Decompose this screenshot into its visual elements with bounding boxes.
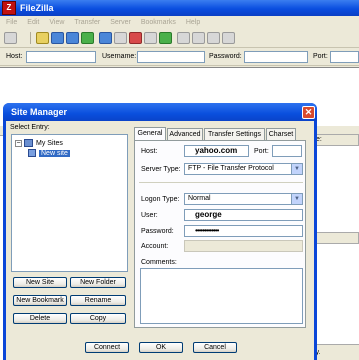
- qc-username-input[interactable]: [137, 51, 205, 63]
- copy-button[interactable]: Copy: [70, 313, 126, 324]
- port-input[interactable]: [272, 145, 302, 157]
- new-bookmark-button[interactable]: New Bookmark: [13, 295, 67, 306]
- divider: [139, 182, 303, 183]
- sync-browse-icon[interactable]: [207, 32, 220, 44]
- qc-port-input[interactable]: [330, 51, 359, 63]
- tab-charset[interactable]: Charset: [266, 128, 296, 140]
- disconnect-icon[interactable]: [144, 32, 157, 44]
- reconnect-icon[interactable]: [159, 32, 172, 44]
- cancel-operation-icon[interactable]: [129, 32, 142, 44]
- chevron-down-icon[interactable]: ▼: [291, 164, 302, 174]
- new-folder-button[interactable]: New Folder: [70, 277, 126, 288]
- qc-password-label: Password:: [209, 53, 242, 60]
- app-title: FileZilla: [20, 3, 54, 13]
- quickconnect-bar: Host: Username: Password: Port:: [0, 48, 359, 66]
- menu-file[interactable]: File: [6, 19, 17, 26]
- toolbar: [0, 28, 359, 48]
- search-icon[interactable]: [222, 32, 235, 44]
- password-input[interactable]: •••••••••••••: [184, 225, 303, 237]
- menubar: File Edit View Transfer Server Bookmarks…: [0, 16, 359, 28]
- rename-button[interactable]: Rename: [70, 295, 126, 306]
- server-type-label: Server Type:: [141, 166, 181, 173]
- computer-icon: [24, 139, 33, 147]
- select-entry-label: Select Entry:: [10, 124, 50, 131]
- server-type-value: FTP - File Transfer Protocol: [188, 165, 274, 172]
- message-log-icon[interactable]: [36, 32, 49, 44]
- host-label: Host:: [141, 148, 158, 155]
- toolbar-separator: [30, 32, 31, 44]
- delete-button[interactable]: Delete: [13, 313, 67, 324]
- menu-transfer[interactable]: Transfer: [74, 19, 100, 26]
- qc-port-label: Port:: [313, 53, 328, 60]
- server-type-select[interactable]: FTP - File Transfer Protocol ▼: [184, 163, 303, 175]
- comments-textarea[interactable]: [140, 268, 303, 324]
- port-label: Port:: [254, 148, 269, 155]
- menu-view[interactable]: View: [49, 19, 64, 26]
- tab-advanced[interactable]: Advanced: [167, 128, 203, 140]
- tab-transfer-settings[interactable]: Transfer Settings: [204, 128, 265, 140]
- logon-type-value: Normal: [188, 195, 211, 202]
- tree-item-new-site[interactable]: New site: [28, 149, 70, 157]
- queue-icon[interactable]: [81, 32, 94, 44]
- filezilla-logo-icon: Z: [2, 1, 16, 15]
- dialog-title: Site Manager: [3, 103, 317, 121]
- comments-label: Comments:: [141, 259, 177, 266]
- menu-server[interactable]: Server: [110, 19, 131, 26]
- menu-bookmarks[interactable]: Bookmarks: [141, 19, 176, 26]
- qc-username-label: Username:: [102, 53, 137, 60]
- new-site-button[interactable]: New Site: [13, 277, 67, 288]
- site-tree[interactable]: − My Sites New site: [11, 134, 128, 272]
- refresh-icon[interactable]: [99, 32, 112, 44]
- collapse-icon[interactable]: −: [15, 139, 22, 147]
- local-tree-icon[interactable]: [51, 32, 64, 44]
- qc-host-label: Host:: [6, 53, 23, 60]
- logon-type-select[interactable]: Normal ▼: [184, 193, 303, 205]
- qc-password-input[interactable]: [244, 51, 308, 63]
- process-queue-icon[interactable]: [114, 32, 127, 44]
- site-manager-icon[interactable]: [4, 32, 17, 44]
- tab-general[interactable]: General: [134, 127, 166, 140]
- tree-label-root: My Sites: [36, 139, 63, 147]
- compare-icon[interactable]: [192, 32, 205, 44]
- account-label: Account:: [141, 243, 169, 250]
- tree-label-child: New site: [39, 149, 70, 157]
- remote-tree-icon[interactable]: [66, 32, 79, 44]
- user-label: User:: [141, 212, 158, 219]
- chevron-down-icon[interactable]: ▼: [291, 194, 302, 204]
- remote-column-header: te:: [310, 134, 359, 146]
- host-input[interactable]: yahoo.com: [184, 145, 249, 157]
- site-icon: [28, 149, 36, 157]
- close-button[interactable]: ✕: [302, 106, 315, 119]
- password-label: Password:: [141, 228, 174, 235]
- qc-host-input[interactable]: [26, 51, 96, 63]
- ok-button[interactable]: OK: [139, 342, 183, 353]
- menu-help[interactable]: Help: [186, 19, 200, 26]
- cancel-button[interactable]: Cancel: [193, 342, 237, 353]
- app-titlebar: Z FileZilla: [0, 0, 359, 16]
- user-input[interactable]: george: [184, 209, 303, 221]
- filter-icon[interactable]: [177, 32, 190, 44]
- account-input: [184, 240, 303, 252]
- tree-item-my-sites[interactable]: − My Sites: [15, 139, 63, 147]
- logon-type-label: Logon Type:: [141, 196, 180, 203]
- menu-edit[interactable]: Edit: [27, 19, 39, 26]
- connect-button[interactable]: Connect: [85, 342, 129, 353]
